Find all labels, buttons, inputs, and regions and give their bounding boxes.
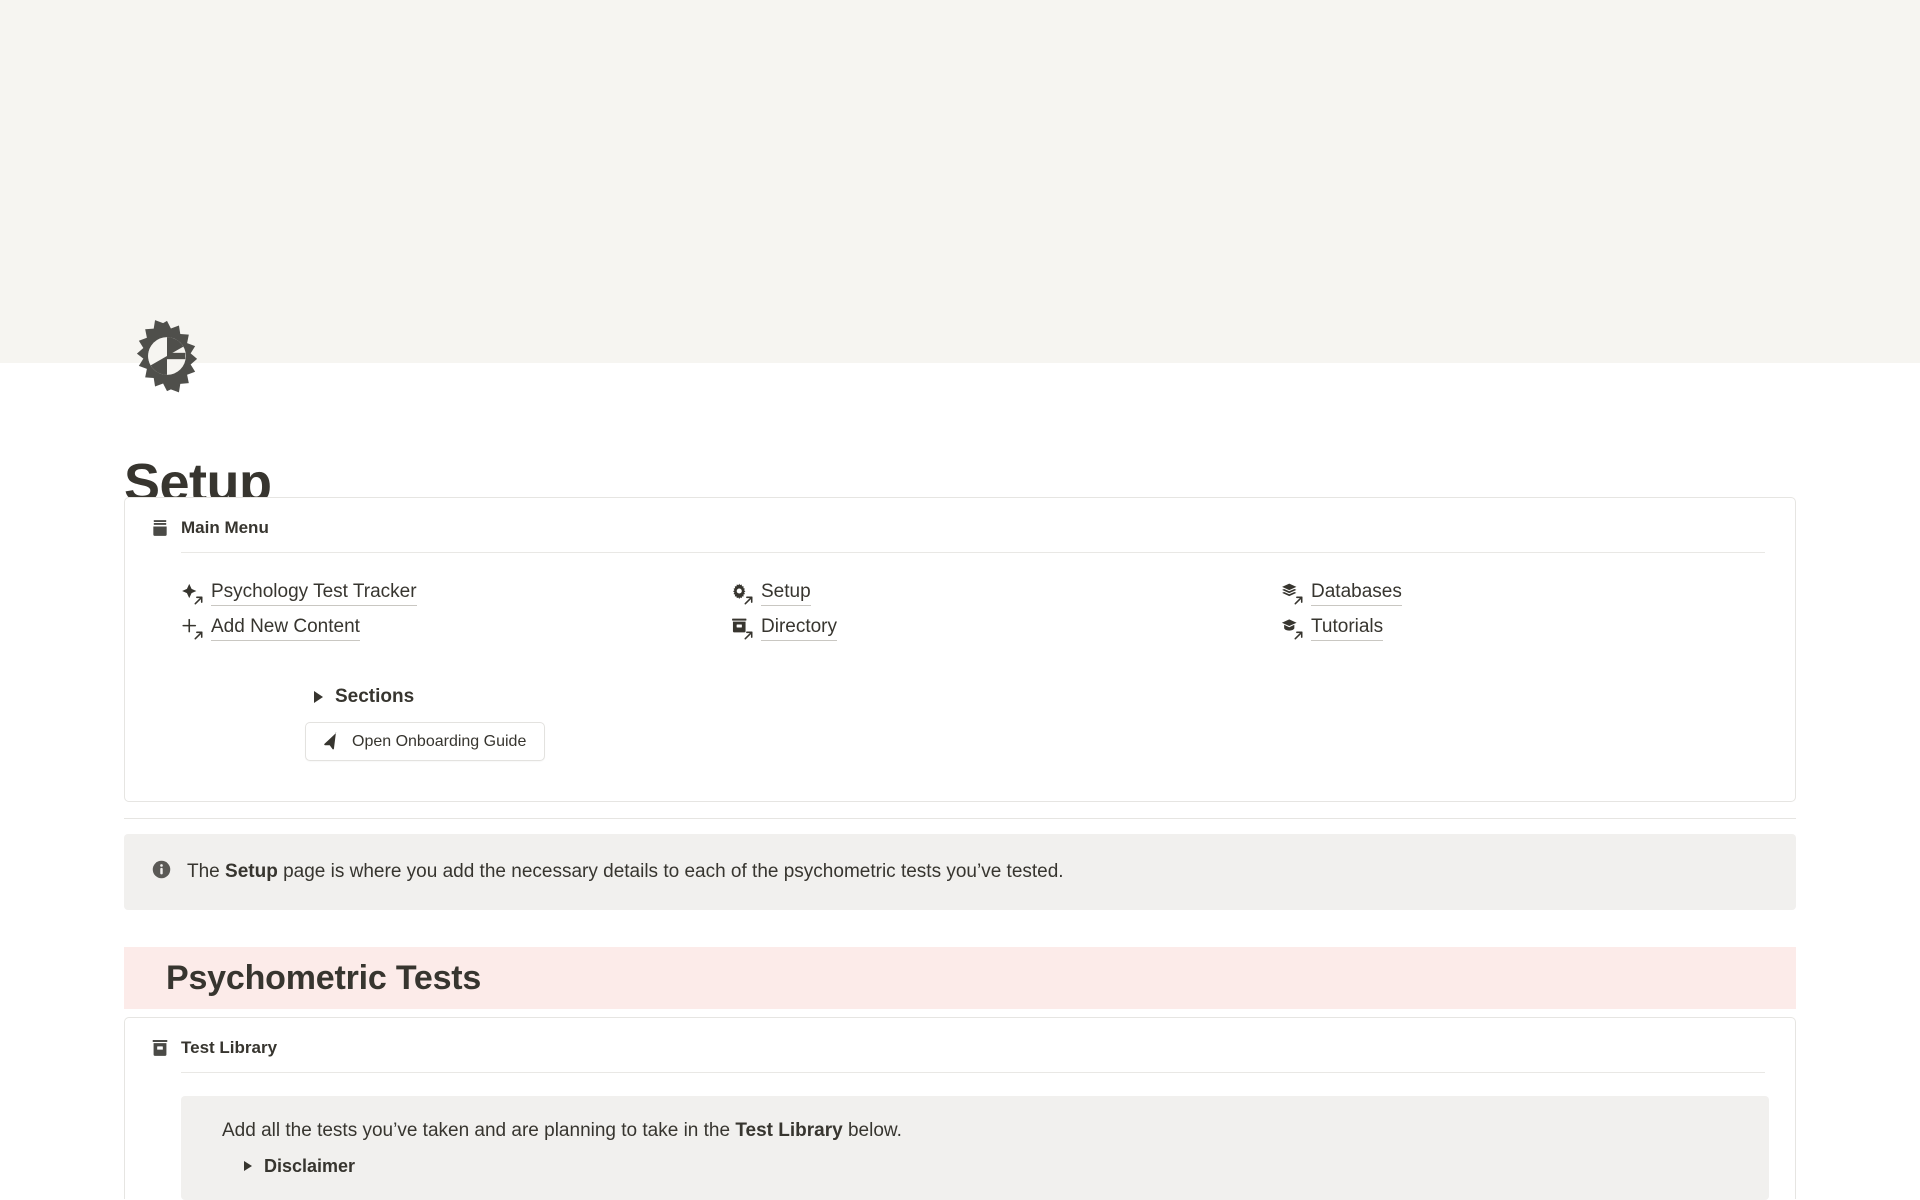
page-cover-banner <box>0 0 1920 363</box>
sections-toggle[interactable]: Sections <box>314 686 414 708</box>
setup-info-callout: The Setup page is where you add the nece… <box>124 834 1796 910</box>
graduation-cap-icon <box>1281 617 1303 640</box>
info-icon <box>151 859 172 880</box>
callout-bold-term: Test Library <box>735 1120 843 1141</box>
setup-callout-text: The Setup page is where you add the nece… <box>187 858 1064 886</box>
test-library-card-header: Test Library <box>125 1018 1795 1058</box>
card-divider <box>181 1072 1765 1073</box>
gear-icon <box>731 582 753 605</box>
menu-link-psychology-test-tracker[interactable]: Psychology Test Tracker <box>181 580 417 606</box>
callout-suffix: page is where you add the necessary deta… <box>277 861 1064 882</box>
test-library-card-label: Test Library <box>181 1038 278 1057</box>
paper-plane-icon <box>322 732 341 751</box>
menu-link-directory[interactable]: Directory <box>731 615 838 641</box>
menu-link-setup[interactable]: Setup <box>731 580 811 606</box>
card-divider <box>181 552 1765 553</box>
menu-link-label: Setup <box>761 580 811 606</box>
menu-link-tutorials[interactable]: Tutorials <box>1281 615 1384 641</box>
sections-toggle-label: Sections <box>335 686 415 707</box>
psychometric-tests-heading-band: Psychometric Tests <box>124 947 1796 1009</box>
menu-link-label: Psychology Test Tracker <box>211 580 417 606</box>
section-divider <box>124 818 1796 819</box>
archive-box-icon <box>731 617 753 640</box>
archive-box-icon <box>150 1038 170 1058</box>
plus-icon <box>181 617 203 640</box>
main-menu-card-header: Main Menu <box>125 498 1795 538</box>
menu-link-databases[interactable]: Databases <box>1281 580 1402 606</box>
callout-prefix: Add all the tests you’ve taken and are p… <box>222 1120 736 1141</box>
triangle-right-icon <box>244 1161 252 1172</box>
test-library-card: Test Library Add all the tests you’ve ta… <box>124 1017 1796 1200</box>
disclaimer-toggle[interactable]: Disclaimer <box>181 1145 1769 1177</box>
test-library-callout-line: Add all the tests you’ve taken and are p… <box>181 1096 1769 1153</box>
sparkle-diamond-icon <box>181 582 203 605</box>
callout-prefix: The <box>187 861 226 882</box>
main-menu-card-label: Main Menu <box>181 518 269 537</box>
disclaimer-toggle-label: Disclaimer <box>264 1155 356 1176</box>
open-onboarding-guide-button[interactable]: Open Onboarding Guide <box>305 722 546 761</box>
test-library-callout-text: Add all the tests you’ve taken and are p… <box>222 1118 902 1145</box>
gear-icon[interactable] <box>128 317 206 395</box>
stacked-layers-icon <box>1281 582 1303 605</box>
triangle-right-icon <box>314 691 323 703</box>
callout-suffix: below. <box>842 1120 902 1141</box>
menu-link-label: Add New Content <box>211 615 360 641</box>
test-library-info-callout: Add all the tests you’ve taken and are p… <box>181 1096 1769 1200</box>
menu-link-add-new-content[interactable]: Add New Content <box>181 615 360 641</box>
main-menu-links: Psychology Test Tracker Setup Databases … <box>181 580 1781 641</box>
menu-link-label: Tutorials <box>1311 615 1384 641</box>
archive-box-icon <box>150 518 170 538</box>
psychometric-tests-title: Psychometric Tests <box>166 958 482 997</box>
callout-bold-term: Setup <box>225 861 278 882</box>
menu-link-label: Databases <box>1311 580 1402 606</box>
open-onboarding-guide-label: Open Onboarding Guide <box>352 732 527 750</box>
menu-link-label: Directory <box>761 615 838 641</box>
main-menu-card: Main Menu Psychology Test Tracker Setup … <box>124 497 1796 802</box>
